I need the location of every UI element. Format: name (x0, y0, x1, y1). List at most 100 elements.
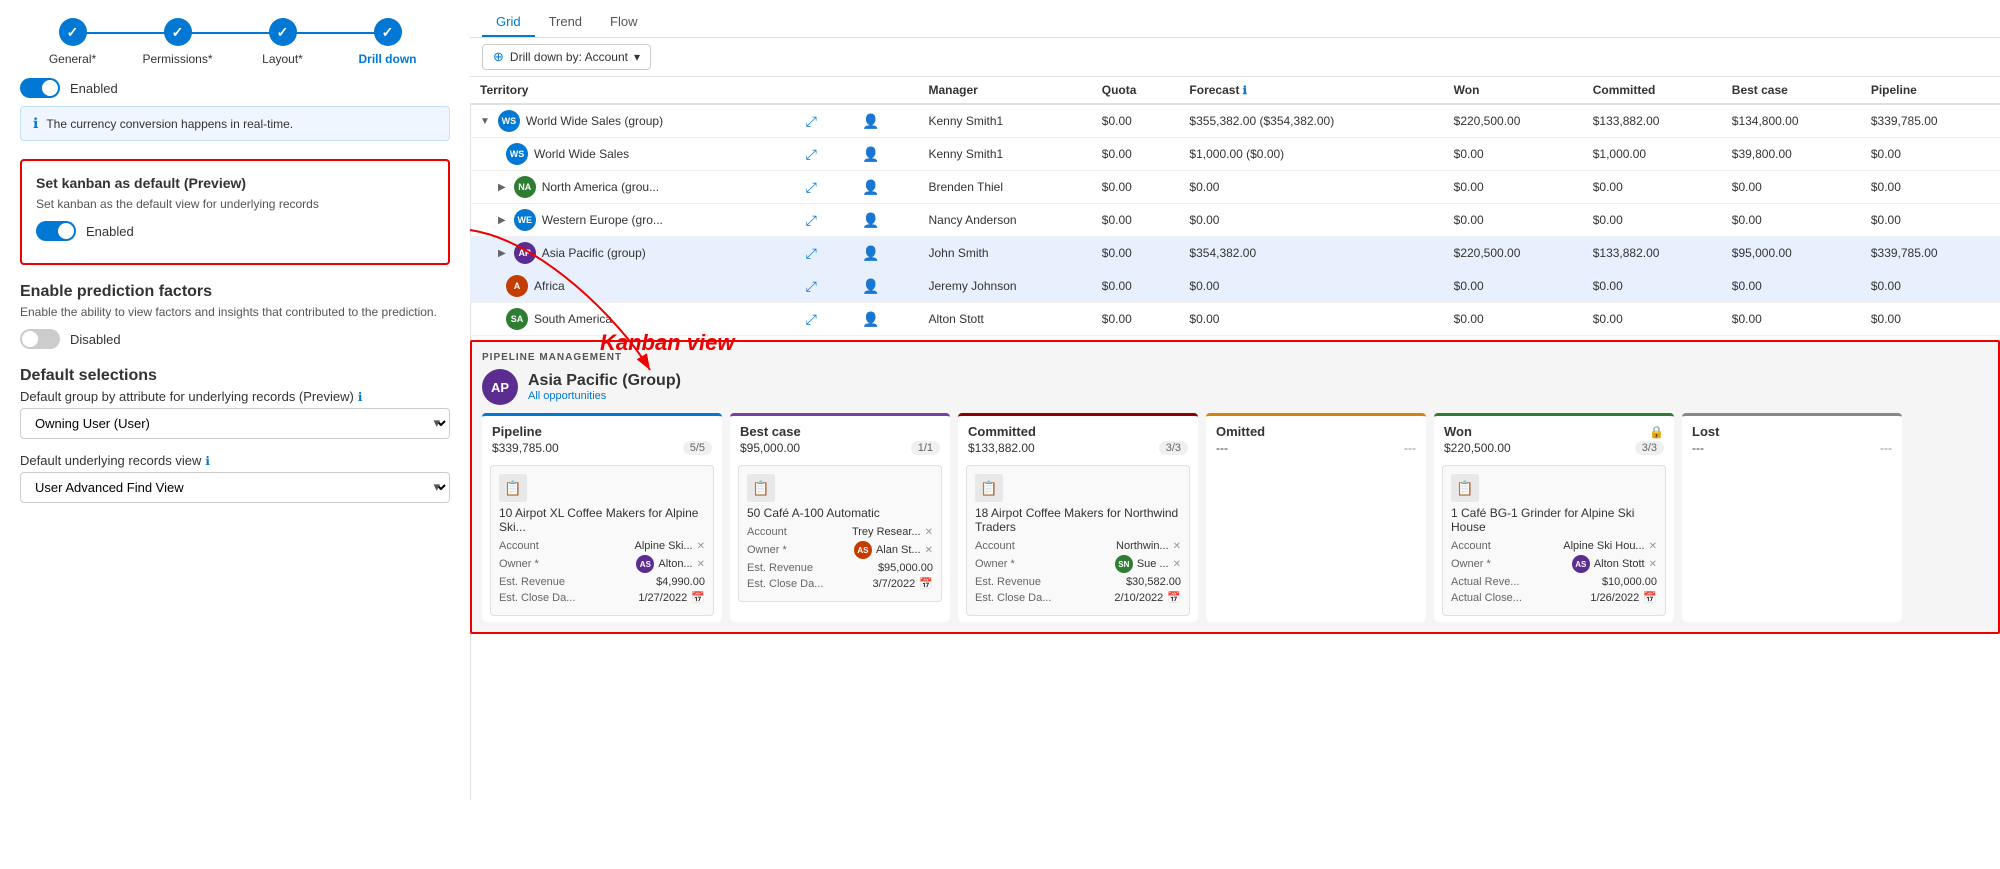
td-link-icon: ⤢ (796, 171, 852, 204)
wizard-step-layout[interactable]: ✓ Layout* (230, 18, 335, 66)
table-row[interactable]: ▶ NA North America (grou... ⤢ 👤 Brenden … (470, 171, 2000, 204)
territory-name: World Wide Sales (534, 147, 629, 161)
table-row[interactable]: ▶ WE Western Europe (gro... ⤢ 👤 Nancy An… (470, 204, 2000, 237)
td-person-icon: 👤 (852, 138, 918, 171)
enabled-toggle[interactable] (20, 78, 60, 98)
remove-account[interactable]: ✕ (1649, 541, 1657, 552)
group-by-dropdown-wrapper: Owning User (User) Account Territory (20, 408, 450, 439)
td-forecast: $0.00 (1179, 303, 1443, 336)
tab-grid[interactable]: Grid (482, 8, 535, 37)
card-account-row: Account Alpine Ski Hou... ✕ (1451, 540, 1657, 552)
th-manager: Manager (919, 77, 1092, 104)
link-icon[interactable]: ⤢ (806, 278, 817, 294)
group-by-select[interactable]: Owning User (User) Account Territory (20, 408, 450, 439)
col-header: Lost --- --- (1682, 416, 1902, 459)
table-row[interactable]: A Africa ⤢ 👤 Jeremy Johnson $0.00 $0.00 … (470, 270, 2000, 303)
kanban-group-subtitle: All opportunities (528, 390, 681, 402)
calendar-icon[interactable]: 📅 (1167, 591, 1181, 604)
territory-avatar: NA (514, 176, 536, 198)
kanban-default-toggle[interactable] (36, 221, 76, 241)
prediction-toggle[interactable] (20, 329, 60, 349)
drilldown-button-label: Drill down by: Account (510, 50, 628, 64)
td-person-icon: 👤 (852, 104, 918, 138)
tab-trend[interactable]: Trend (535, 8, 596, 37)
table-row[interactable]: ▶ AP Asia Pacific (group) ⤢ 👤 John Smith… (470, 237, 2000, 270)
prediction-toggle-row: Disabled (20, 329, 450, 349)
expand-icon[interactable]: ▶ (498, 182, 506, 193)
remove-owner[interactable]: ✕ (1173, 559, 1181, 570)
wizard-step-general[interactable]: ✓ General* (20, 18, 125, 66)
td-manager: Kenny Smith1 (919, 138, 1092, 171)
link-icon[interactable]: ⤢ (806, 245, 817, 261)
wizard-step-permissions[interactable]: ✓ Permissions* (125, 18, 230, 66)
expand-icon[interactable]: ▶ (498, 248, 506, 259)
card-icon: 📋 (975, 474, 1003, 502)
kanban-col-committed: Committed $133,882.00 3/3 📋 18 Airpot Co… (958, 413, 1198, 622)
kanban-card[interactable]: 📋 10 Airpot XL Coffee Makers for Alpine … (490, 465, 714, 616)
kanban-default-box: Set kanban as default (Preview) Set kanb… (20, 159, 450, 265)
col-count: 3/3 (1635, 441, 1664, 455)
view-dropdown-group: Default underlying records view ℹ User A… (20, 453, 450, 503)
table-row[interactable]: WS World Wide Sales ⤢ 👤 Kenny Smith1 $0.… (470, 138, 2000, 171)
td-link-icon: ⤢ (796, 104, 852, 138)
drilldown-button[interactable]: ⊕ Drill down by: Account ▾ (482, 44, 651, 70)
td-committed: $133,882.00 (1583, 104, 1722, 138)
person-icon[interactable]: 👤 (862, 311, 879, 327)
td-person-icon: 👤 (852, 303, 918, 336)
view-info-icon: ℹ (205, 454, 210, 468)
territory-name: World Wide Sales (group) (526, 114, 663, 128)
remove-account[interactable]: ✕ (1173, 541, 1181, 552)
person-icon[interactable]: 👤 (862, 179, 879, 195)
card-date-row: Actual Close... 1/26/2022 📅 (1451, 591, 1657, 604)
revenue-label: Est. Revenue (499, 576, 565, 588)
person-icon[interactable]: 👤 (862, 113, 879, 129)
owner-value: AS Alan St... ✕ (854, 541, 933, 559)
remove-account[interactable]: ✕ (925, 527, 933, 538)
card-date-row: Est. Close Da... 2/10/2022 📅 (975, 591, 1181, 604)
table-row[interactable]: SA South America ⤢ 👤 Alton Stott $0.00 $… (470, 303, 2000, 336)
date-label: Est. Close Da... (747, 578, 823, 590)
territory-avatar: AP (514, 242, 536, 264)
col-amount: $95,000.00 (740, 441, 800, 455)
calendar-icon[interactable]: 📅 (919, 577, 933, 590)
currency-info-text: The currency conversion happens in real-… (46, 117, 293, 131)
td-committed: $0.00 (1583, 171, 1722, 204)
calendar-icon[interactable]: 📅 (1643, 591, 1657, 604)
person-icon[interactable]: 👤 (862, 245, 879, 261)
person-icon[interactable]: 👤 (862, 146, 879, 162)
remove-owner[interactable]: ✕ (1649, 559, 1657, 570)
col-title-text: Best case (740, 424, 801, 439)
view-dropdown-wrapper: User Advanced Find View Active Opportuni… (20, 472, 450, 503)
remove-account[interactable]: ✕ (697, 541, 705, 552)
expand-icon[interactable]: ▼ (480, 116, 490, 127)
calendar-icon[interactable]: 📅 (691, 591, 705, 604)
view-select[interactable]: User Advanced Find View Active Opportuni… (20, 472, 450, 503)
td-person-icon: 👤 (852, 204, 918, 237)
table-row[interactable]: ▼ WS World Wide Sales (group) ⤢ 👤 Kenny … (470, 104, 2000, 138)
link-icon[interactable]: ⤢ (806, 179, 817, 195)
link-icon[interactable]: ⤢ (806, 212, 817, 228)
link-icon[interactable]: ⤢ (806, 311, 817, 327)
link-icon[interactable]: ⤢ (806, 113, 817, 129)
td-pipeline: $0.00 (1861, 204, 2000, 237)
territory-name: North America (grou... (542, 180, 659, 194)
td-forecast: $354,382.00 (1179, 237, 1443, 270)
chevron-down-icon: ▾ (634, 50, 640, 64)
territory-avatar: WS (506, 143, 528, 165)
remove-owner[interactable]: ✕ (697, 559, 705, 570)
kanban-card[interactable]: 📋 50 Café A-100 Automatic Account Trey R… (738, 465, 942, 602)
wizard-step-drilldown[interactable]: ✓ Drill down (335, 18, 440, 66)
card-title: 18 Airpot Coffee Makers for Northwind Tr… (975, 506, 1181, 534)
link-icon[interactable]: ⤢ (806, 146, 817, 162)
territory-name: South America (534, 312, 612, 326)
person-icon[interactable]: 👤 (862, 278, 879, 294)
kanban-card[interactable]: 📋 1 Café BG-1 Grinder for Alpine Ski Hou… (1442, 465, 1666, 616)
remove-owner[interactable]: ✕ (925, 545, 933, 556)
kanban-card[interactable]: 📋 18 Airpot Coffee Makers for Northwind … (966, 465, 1190, 616)
expand-icon[interactable]: ▶ (498, 215, 506, 226)
person-icon[interactable]: 👤 (862, 212, 879, 228)
territory-name: Asia Pacific (group) (542, 246, 646, 260)
card-title: 1 Café BG-1 Grinder for Alpine Ski House (1451, 506, 1657, 534)
th-committed: Committed (1583, 77, 1722, 104)
tab-flow[interactable]: Flow (596, 8, 651, 37)
